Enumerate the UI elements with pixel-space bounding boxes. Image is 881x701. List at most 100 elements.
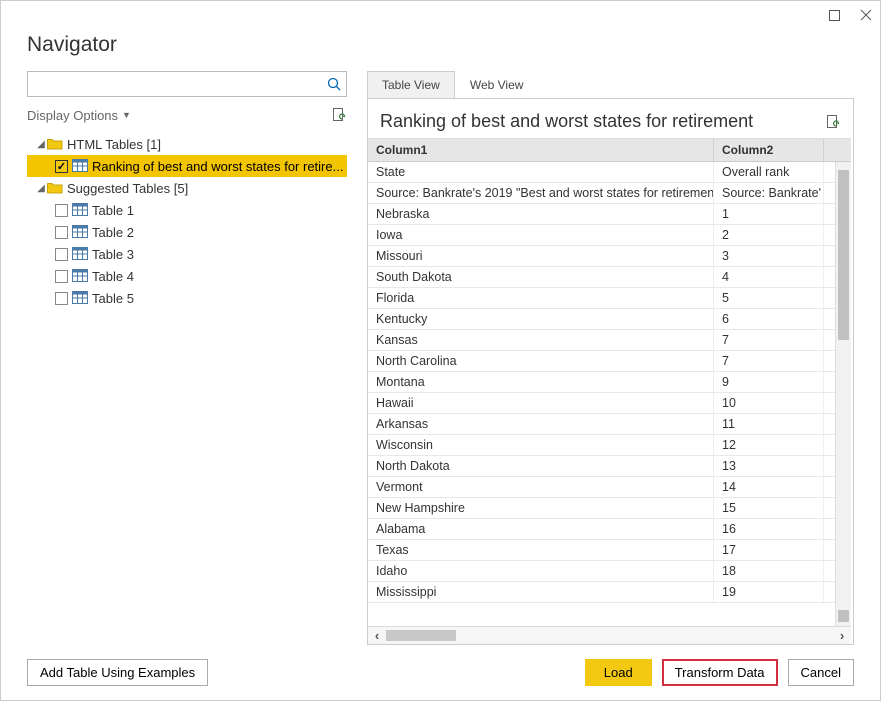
tree-item-label: Table 1 bbox=[92, 203, 134, 218]
chevron-down-icon: ▼ bbox=[122, 110, 131, 120]
cell: 5 bbox=[714, 288, 824, 308]
search-field[interactable] bbox=[28, 77, 322, 92]
table-row[interactable]: South Dakota4 bbox=[368, 267, 851, 288]
display-options-dropdown[interactable]: Display Options ▼ bbox=[27, 108, 131, 123]
cell: Source: Bankrate' bbox=[714, 183, 824, 203]
cell: Montana bbox=[368, 372, 714, 392]
close-button[interactable] bbox=[856, 5, 876, 25]
maximize-button[interactable] bbox=[824, 5, 844, 25]
cell: Nebraska bbox=[368, 204, 714, 224]
tree-item-suggested-table[interactable]: Table 3 bbox=[27, 243, 347, 265]
cell: 12 bbox=[714, 435, 824, 455]
checkbox-icon[interactable] bbox=[55, 270, 68, 283]
scroll-thumb[interactable] bbox=[838, 610, 849, 622]
table-row[interactable]: StateOverall rank bbox=[368, 162, 851, 183]
cell: Florida bbox=[368, 288, 714, 308]
checkbox-icon[interactable] bbox=[55, 204, 68, 217]
column-header[interactable]: Column1 bbox=[368, 139, 714, 161]
cell: North Carolina bbox=[368, 351, 714, 371]
cell: 7 bbox=[714, 330, 824, 350]
transform-data-button[interactable]: Transform Data bbox=[662, 659, 778, 686]
table-row[interactable]: Source: Bankrate's 2019 "Best and worst … bbox=[368, 183, 851, 204]
cell: Missouri bbox=[368, 246, 714, 266]
table-row[interactable]: Florida5 bbox=[368, 288, 851, 309]
checkbox-checked-icon[interactable]: ✓ bbox=[55, 160, 68, 173]
tree-group-suggested-tables[interactable]: ◢ Suggested Tables [5] bbox=[27, 177, 347, 199]
cell: 13 bbox=[714, 456, 824, 476]
search-icon[interactable] bbox=[322, 77, 346, 91]
refresh-icon[interactable] bbox=[331, 107, 347, 123]
cancel-button[interactable]: Cancel bbox=[788, 659, 854, 686]
cell: 9 bbox=[714, 372, 824, 392]
table-row[interactable]: Wisconsin12 bbox=[368, 435, 851, 456]
cell: South Dakota bbox=[368, 267, 714, 287]
tree-group-label: HTML Tables [1] bbox=[67, 137, 161, 152]
cell: 19 bbox=[714, 582, 824, 602]
scroll-right-icon[interactable]: › bbox=[833, 627, 851, 645]
cell: 10 bbox=[714, 393, 824, 413]
tree-item-label: Table 5 bbox=[92, 291, 134, 306]
cell: Kentucky bbox=[368, 309, 714, 329]
table-row[interactable]: Texas17 bbox=[368, 540, 851, 561]
search-input[interactable] bbox=[27, 71, 347, 97]
table-icon bbox=[72, 159, 88, 173]
table-row[interactable]: Kentucky6 bbox=[368, 309, 851, 330]
add-table-using-examples-button[interactable]: Add Table Using Examples bbox=[27, 659, 208, 686]
cell: Overall rank bbox=[714, 162, 824, 182]
tree-group-html-tables[interactable]: ◢ HTML Tables [1] bbox=[27, 133, 347, 155]
table-row[interactable]: Alabama16 bbox=[368, 519, 851, 540]
table-icon bbox=[72, 269, 88, 283]
tree-item-label: Table 4 bbox=[92, 269, 134, 284]
cell: New Hampshire bbox=[368, 498, 714, 518]
table-icon bbox=[72, 225, 88, 239]
cell: Arkansas bbox=[368, 414, 714, 434]
tab-table-view[interactable]: Table View bbox=[367, 71, 455, 98]
tree-item-ranking[interactable]: ✓ Ranking of best and worst states for r… bbox=[27, 155, 347, 177]
load-button[interactable]: Load bbox=[585, 659, 652, 686]
vertical-scrollbar[interactable] bbox=[835, 162, 851, 626]
table-row[interactable]: Nebraska1 bbox=[368, 204, 851, 225]
tree-item-suggested-table[interactable]: Table 5 bbox=[27, 287, 347, 309]
table-row[interactable]: Hawaii10 bbox=[368, 393, 851, 414]
table-row[interactable]: New Hampshire15 bbox=[368, 498, 851, 519]
table-row[interactable]: North Carolina7 bbox=[368, 351, 851, 372]
checkbox-icon[interactable] bbox=[55, 248, 68, 261]
cell: 2 bbox=[714, 225, 824, 245]
cell: Idaho bbox=[368, 561, 714, 581]
table-row[interactable]: Kansas7 bbox=[368, 330, 851, 351]
cell: 6 bbox=[714, 309, 824, 329]
cell: 16 bbox=[714, 519, 824, 539]
scroll-thumb[interactable] bbox=[838, 170, 849, 340]
checkbox-icon[interactable] bbox=[55, 226, 68, 239]
tree-item-suggested-table[interactable]: Table 2 bbox=[27, 221, 347, 243]
tab-web-view[interactable]: Web View bbox=[455, 71, 539, 98]
table-row[interactable]: Mississippi19 bbox=[368, 582, 851, 603]
tree-item-label: Table 2 bbox=[92, 225, 134, 240]
table-row[interactable]: Idaho18 bbox=[368, 561, 851, 582]
scroll-thumb[interactable] bbox=[386, 630, 456, 641]
column-header[interactable]: Column2 bbox=[714, 139, 824, 161]
table-row[interactable]: Iowa2 bbox=[368, 225, 851, 246]
tree-item-label: Table 3 bbox=[92, 247, 134, 262]
caret-down-icon: ◢ bbox=[35, 183, 47, 194]
folder-icon bbox=[47, 137, 63, 151]
cell: Source: Bankrate's 2019 "Best and worst … bbox=[368, 183, 714, 203]
checkbox-icon[interactable] bbox=[55, 292, 68, 305]
table-row[interactable]: North Dakota13 bbox=[368, 456, 851, 477]
table-row[interactable]: Vermont14 bbox=[368, 477, 851, 498]
cell: 14 bbox=[714, 477, 824, 497]
refresh-preview-icon[interactable] bbox=[825, 114, 841, 130]
table-row[interactable]: Arkansas11 bbox=[368, 414, 851, 435]
table-row[interactable]: Missouri3 bbox=[368, 246, 851, 267]
scroll-left-icon[interactable]: ‹ bbox=[368, 627, 386, 645]
tree-item-suggested-table[interactable]: Table 4 bbox=[27, 265, 347, 287]
cell: Mississippi bbox=[368, 582, 714, 602]
tree-item-suggested-table[interactable]: Table 1 bbox=[27, 199, 347, 221]
horizontal-scrollbar[interactable]: ‹ › bbox=[368, 626, 851, 644]
table-row[interactable]: Montana9 bbox=[368, 372, 851, 393]
cell: North Dakota bbox=[368, 456, 714, 476]
grid-header: Column1 Column2 bbox=[368, 138, 851, 162]
cell: Wisconsin bbox=[368, 435, 714, 455]
table-icon bbox=[72, 291, 88, 305]
cell: 1 bbox=[714, 204, 824, 224]
